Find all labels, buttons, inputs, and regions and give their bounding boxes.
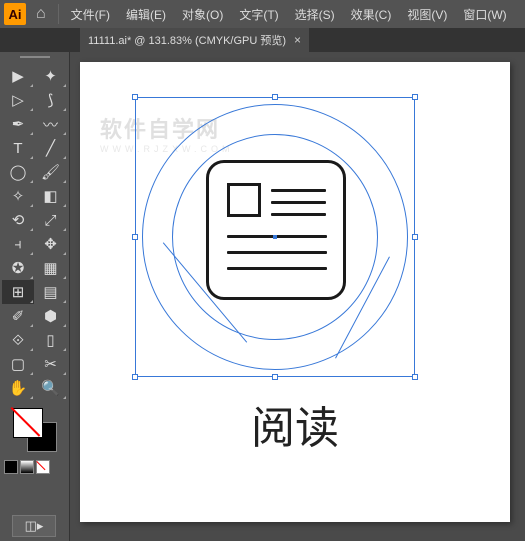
fill-swatch[interactable] <box>13 408 43 438</box>
panel-grip[interactable] <box>0 52 69 62</box>
width-tool[interactable]: ⫞ <box>2 232 34 256</box>
resize-handle[interactable] <box>412 234 418 240</box>
menu-window[interactable]: 窗口(W) <box>457 6 512 23</box>
menu-edit[interactable]: 编辑(E) <box>120 6 172 23</box>
close-icon[interactable]: × <box>294 33 301 47</box>
magic-wand-tool[interactable]: ✦ <box>35 64 67 88</box>
perspective-tool[interactable]: ▦ <box>35 256 67 280</box>
menu-select[interactable]: 选择(S) <box>289 6 341 23</box>
resize-handle[interactable] <box>132 94 138 100</box>
divider <box>58 4 59 24</box>
line-tool[interactable]: ╱ <box>35 136 67 160</box>
type-tool[interactable]: T <box>2 136 34 160</box>
eyedropper-tool[interactable]: ✐ <box>2 304 34 328</box>
tool-panel: ▶✦▷⟆✒〰T╱◯🖌✧◧⟲⤢⫞✥✪▦⊞▤✐⬢⟐▯▢✂✋🔍 ◫▸ <box>0 52 70 541</box>
selection-tool[interactable]: ▶ <box>2 64 34 88</box>
resize-handle[interactable] <box>272 374 278 380</box>
tab-label: 11111.ai* @ 131.83% (CMYK/GPU 预览) <box>88 32 286 48</box>
lasso-tool[interactable]: ⟆ <box>35 88 67 112</box>
canvas[interactable]: 软件自学网 WWW.RJZXW.COM 阅读 <box>70 52 525 541</box>
color-mode-solid[interactable] <box>4 460 18 474</box>
resize-handle[interactable] <box>132 374 138 380</box>
mesh-tool[interactable]: ⊞ <box>2 280 34 304</box>
curvature-tool[interactable]: 〰 <box>35 112 67 136</box>
artboard-tool[interactable]: ▢ <box>2 352 34 376</box>
rectangle-tool[interactable]: ◯ <box>2 160 34 184</box>
resize-handle[interactable] <box>412 94 418 100</box>
menu-view[interactable]: 视图(V) <box>401 6 453 23</box>
selection-bounds[interactable] <box>135 97 415 377</box>
artboard[interactable]: 软件自学网 WWW.RJZXW.COM 阅读 <box>80 62 510 522</box>
slice-tool[interactable]: ✂ <box>35 352 67 376</box>
document-tab[interactable]: 11111.ai* @ 131.83% (CMYK/GPU 预览) × <box>80 28 309 52</box>
zoom-tool[interactable]: 🔍 <box>35 376 67 400</box>
artwork-caption[interactable]: 阅读 <box>80 392 510 456</box>
rotate-tool[interactable]: ⟲ <box>2 208 34 232</box>
brush-tool[interactable]: 🖌 <box>35 160 67 184</box>
scale-tool[interactable]: ⤢ <box>35 208 67 232</box>
resize-handle[interactable] <box>412 374 418 380</box>
app-icon: Ai <box>4 3 26 25</box>
color-mode-gradient[interactable] <box>20 460 34 474</box>
home-icon[interactable]: ⌂ <box>30 5 52 23</box>
color-mode-none[interactable] <box>36 460 50 474</box>
free-transform-tool[interactable]: ✥ <box>35 232 67 256</box>
gradient-tool[interactable]: ▤ <box>35 280 67 304</box>
menu-object[interactable]: 对象(O) <box>176 6 229 23</box>
direct-selection-tool[interactable]: ▷ <box>2 88 34 112</box>
menu-type[interactable]: 文字(T) <box>233 6 284 23</box>
document-tabs: 11111.ai* @ 131.83% (CMYK/GPU 预览) × <box>0 28 525 52</box>
color-swatch[interactable] <box>0 402 69 458</box>
menu-bar: Ai ⌂ 文件(F) 编辑(E) 对象(O) 文字(T) 选择(S) 效果(C)… <box>0 0 525 28</box>
hand-tool[interactable]: ✋ <box>2 376 34 400</box>
blend-tool[interactable]: ⬢ <box>35 304 67 328</box>
eraser-tool[interactable]: ◧ <box>35 184 67 208</box>
menu-file[interactable]: 文件(F) <box>65 6 116 23</box>
color-mode-row <box>0 458 69 476</box>
screen-mode-button[interactable]: ◫▸ <box>12 515 56 537</box>
pen-tool[interactable]: ✒ <box>2 112 34 136</box>
graph-tool[interactable]: ▯ <box>35 328 67 352</box>
menu-effect[interactable]: 效果(C) <box>345 6 398 23</box>
shape-builder-tool[interactable]: ✪ <box>2 256 34 280</box>
center-point[interactable] <box>273 235 277 239</box>
symbol-sprayer-tool[interactable]: ⟐ <box>2 328 34 352</box>
resize-handle[interactable] <box>272 94 278 100</box>
shaper-tool[interactable]: ✧ <box>2 184 34 208</box>
resize-handle[interactable] <box>132 234 138 240</box>
